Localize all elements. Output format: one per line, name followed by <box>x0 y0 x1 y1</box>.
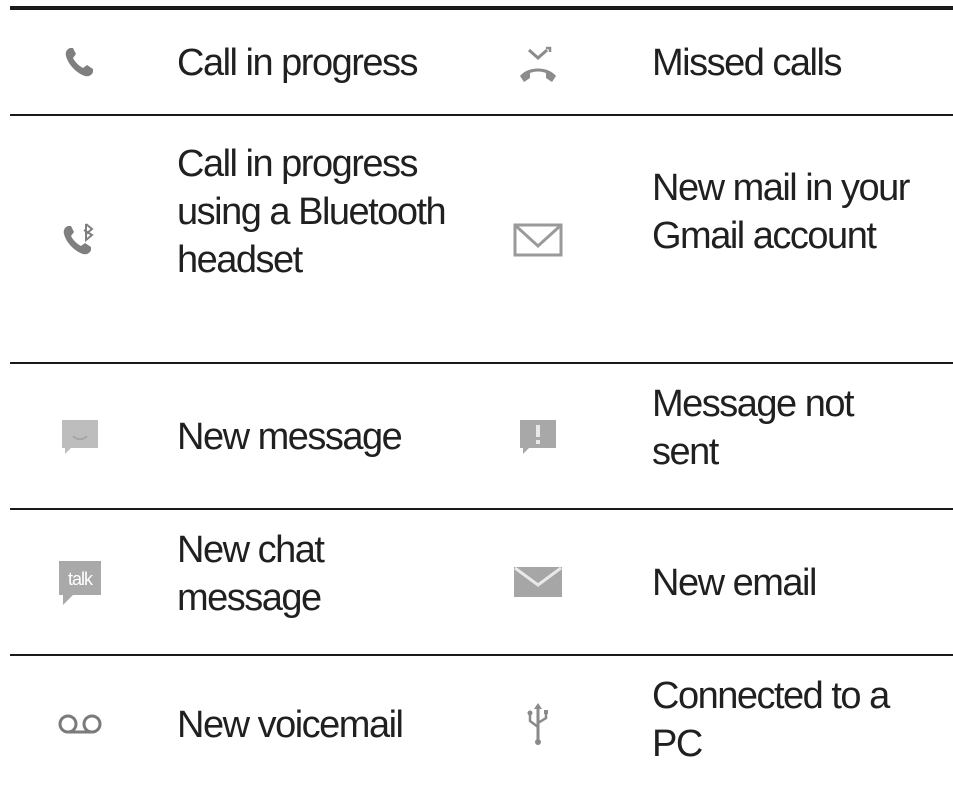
bluetooth-call-label: Call in progress using a Bluetooth heads… <box>177 143 447 281</box>
talk-chat-icon: talk <box>40 556 120 608</box>
table-row: Call in progress Missed calls <box>10 10 953 116</box>
table-row: talk New chat message New email <box>10 510 953 656</box>
notification-icons-table: Call in progress Missed calls Call in pr… <box>10 6 953 786</box>
missed-calls-label: Missed calls <box>652 42 842 84</box>
call-in-progress-label: Call in progress <box>177 42 419 84</box>
new-voicemail-label: New voicemail <box>177 704 404 746</box>
message-not-sent-label: Message not sent <box>652 383 855 473</box>
connected-to-pc-label: Connected to a PC <box>652 675 890 765</box>
gmail-icon <box>498 218 578 262</box>
message-error-icon <box>498 414 578 458</box>
table-row: Call in progress using a Bluetooth heads… <box>10 116 953 364</box>
new-email-label: New email <box>652 562 817 604</box>
phone-icon <box>40 40 120 84</box>
talk-icon-text: talk <box>68 569 94 589</box>
new-message-label: New message <box>177 416 403 458</box>
email-icon <box>498 562 578 602</box>
bluetooth-call-icon <box>40 216 120 264</box>
new-chat-message-label: New chat message <box>177 529 325 619</box>
table-row: New message Message not sent <box>10 364 953 510</box>
voicemail-icon <box>40 704 120 744</box>
table-row: New voicemail Connected to a PC <box>10 656 953 786</box>
usb-icon <box>498 700 578 748</box>
gmail-label: New mail in your Gmail account <box>652 167 910 257</box>
message-icon <box>40 414 120 458</box>
missed-call-icon <box>498 40 578 88</box>
